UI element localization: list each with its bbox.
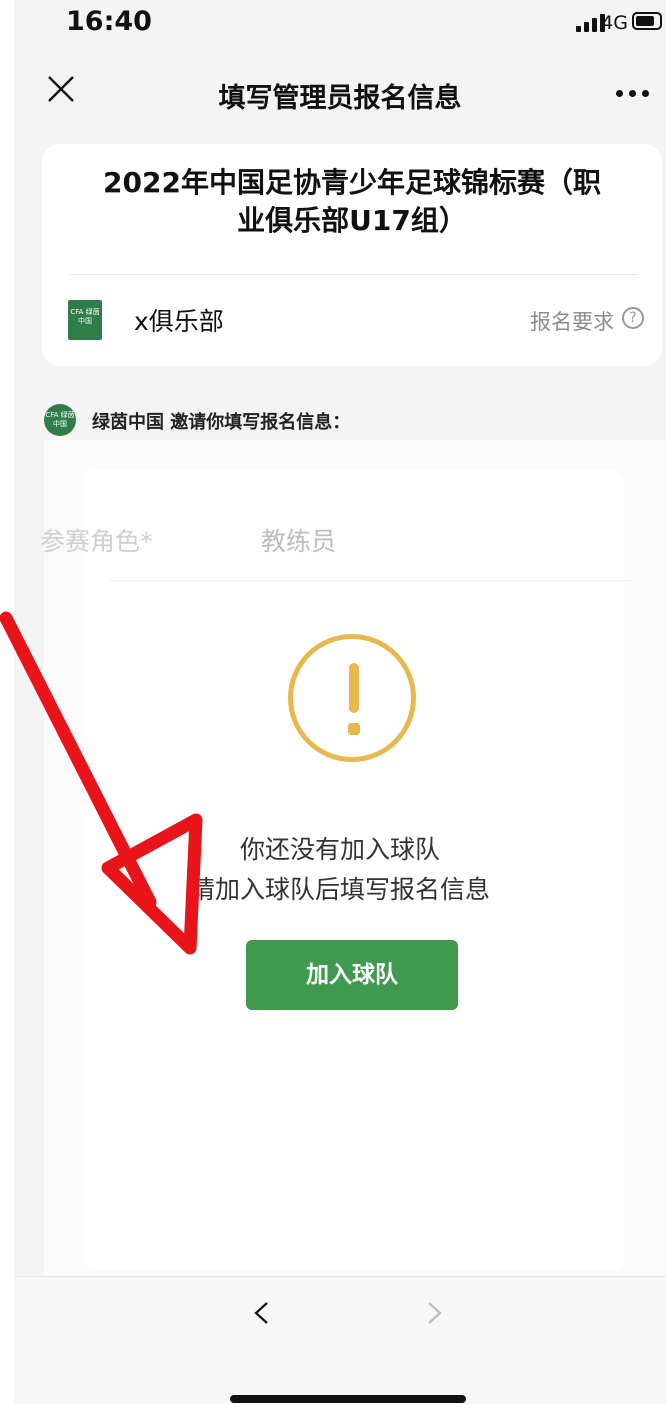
club-logo: CFA 绿茵中国 [68, 300, 102, 340]
more-icon[interactable] [616, 90, 650, 98]
battery-icon [632, 12, 662, 30]
invite-row: CFA 绿茵中国 绿茵中国 邀请你填写报名信息： [44, 404, 644, 436]
competition-card: 2022年中国足协青少年足球锦标赛（职 业俱乐部U17组） CFA 绿茵中国 x… [42, 144, 662, 366]
status-bar: 16:40 4G [14, 0, 666, 46]
exclamation-icon [288, 634, 416, 762]
invite-text: 绿茵中国 邀请你填写报名信息： [92, 412, 351, 433]
requirements-link[interactable]: 报名要求 [530, 306, 614, 336]
role-label: 参赛角色* [40, 527, 153, 556]
divider [70, 274, 638, 275]
help-icon[interactable]: ? [622, 307, 644, 329]
role-value: 教练员 [261, 527, 337, 556]
form-divider [110, 580, 630, 581]
annotation-arrow [0, 611, 203, 955]
competition-title-line1: 2022年中国足协青少年足球锦标赛（职 [103, 166, 601, 199]
chevron-left-icon[interactable] [250, 1301, 274, 1325]
club-name: x俱乐部 [134, 307, 224, 336]
status-time: 16:40 [66, 6, 152, 37]
competition-title-line2: 业俱乐部U17组） [237, 204, 467, 237]
inviter-avatar-text: CFA 绿茵中国 [45, 411, 75, 428]
join-team-button[interactable]: 加入球队 [246, 940, 458, 1010]
navbar: 填写管理员报名信息 [14, 52, 666, 132]
page-title: 填写管理员报名信息 [218, 83, 462, 114]
inviter-avatar: CFA 绿茵中国 [44, 404, 76, 436]
bottom-nav-bar [14, 1276, 666, 1404]
competition-title: 2022年中国足协青少年足球锦标赛（职 业俱乐部U17组） [72, 164, 632, 240]
home-indicator [230, 1395, 466, 1403]
chevron-right-icon[interactable] [422, 1301, 446, 1325]
network-type: 4G [601, 12, 628, 34]
club-logo-text: CFA 绿茵中国 [70, 308, 100, 325]
